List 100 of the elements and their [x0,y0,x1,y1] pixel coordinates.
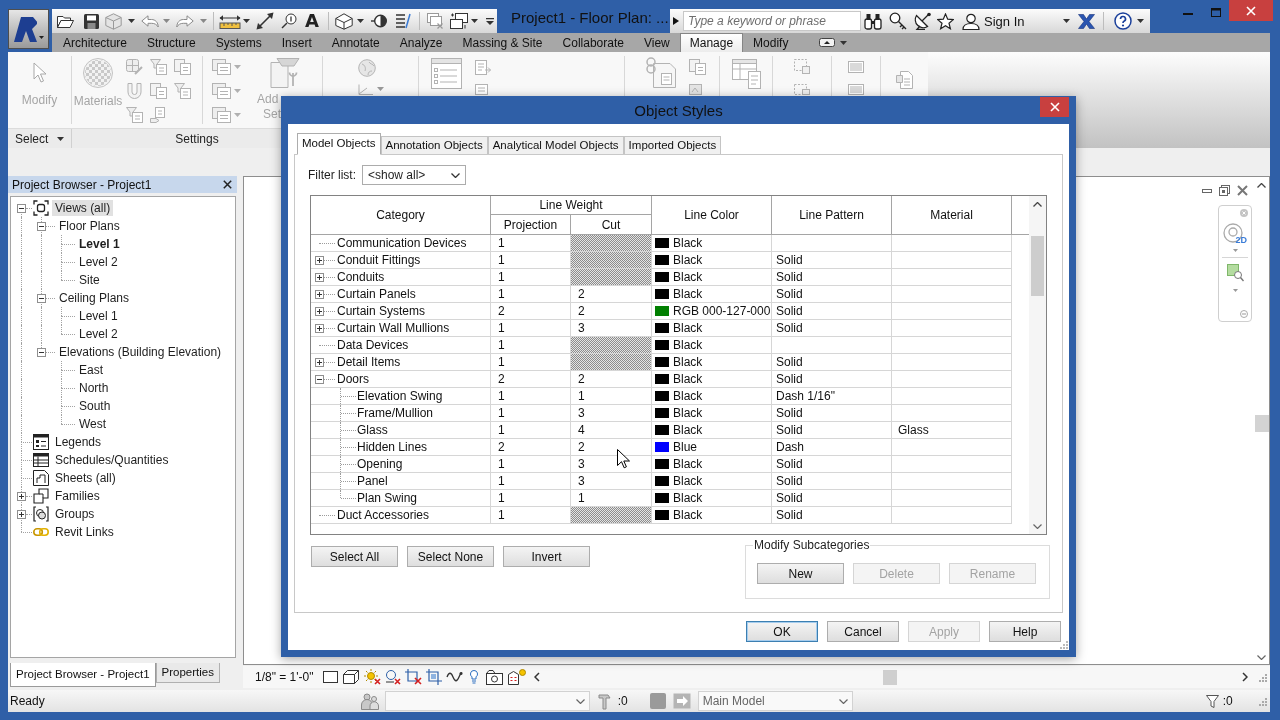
maximize-icon[interactable] [1211,8,1221,17]
ribbon-tab[interactable]: Collaborate [552,33,634,52]
close-button[interactable] [1040,97,1069,117]
scrollbar-thumb[interactable] [882,669,897,685]
diagonal-arrow-icon[interactable] [256,12,274,30]
ribbon-tab[interactable]: Architecture [53,33,138,52]
tree-item[interactable]: Revit Links [52,524,117,540]
dialog-button[interactable]: Invert [503,546,590,567]
restore-icon[interactable] [1219,185,1230,196]
text-tool-button[interactable]: A [304,11,320,31]
dialog-button[interactable]: Select All [311,546,398,567]
dialog-tab[interactable]: Analytical Model Objects [487,136,624,154]
dialog-tab[interactable]: Annotation Objects [380,136,488,154]
minus-box-icon[interactable] [37,347,46,357]
plus-box-icon[interactable] [315,289,324,299]
plus-box-icon[interactable] [315,255,324,265]
tree-item[interactable]: South [76,398,114,414]
tree-item[interactable]: Ceiling Plans [56,290,133,306]
sun-x-icon[interactable] [363,669,381,685]
tree-item[interactable]: Level 2 [76,254,121,270]
windows-x-icon[interactable] [427,13,443,29]
panel-tab[interactable]: Project Browser - Project1 [10,663,156,687]
tree-item[interactable]: East [76,362,106,378]
chevron-up-icon[interactable] [1257,183,1266,188]
scrollbar-thumb[interactable] [1254,415,1269,432]
plus-box-icon[interactable] [315,306,324,316]
circle-x-icon[interactable] [384,669,401,685]
house-icon[interactable] [335,12,353,30]
tree-item[interactable]: Groups [52,506,98,522]
chevron-up-icon[interactable] [1033,202,1042,207]
ribbon-tab[interactable]: Insert [271,33,322,52]
tree-item[interactable]: Level 2 [76,326,121,342]
star-icon[interactable] [937,12,954,30]
users-icon[interactable] [360,692,379,710]
zoom-icon[interactable] [1226,264,1244,282]
ribbon-tab[interactable]: Modify [743,33,799,52]
ruler-arrow-icon[interactable] [219,13,241,29]
ribbon-tab[interactable]: Manage [679,33,744,52]
binoculars-icon[interactable] [864,12,882,30]
minus-box-icon[interactable] [17,203,26,213]
tree-item[interactable]: Schedules/Quantities [52,452,172,468]
camera-frame-icon[interactable] [485,669,503,685]
chevron-down-icon[interactable] [1033,524,1042,529]
ribbon-tab[interactable]: Massing & Site [452,33,553,52]
tree-item[interactable]: Sheets (all) [52,470,119,486]
help-icon[interactable] [1114,12,1133,30]
magnifier-icon[interactable] [281,13,297,29]
ribbon-tab[interactable]: View [633,33,680,52]
close-button[interactable] [1229,0,1273,21]
plus-box-icon[interactable] [17,491,26,501]
minus-box-icon[interactable] [37,221,46,231]
dialog-tab[interactable]: Imported Objects [623,136,722,154]
dialog-button[interactable]: Select None [407,546,494,567]
view-scale-button[interactable]: 1/8" = 1'-0" [255,671,314,683]
tree-item[interactable]: Site [76,272,103,288]
key-icon[interactable] [889,12,907,30]
tree-item[interactable]: Level 1 [76,308,121,324]
triangle-right-icon[interactable] [673,17,679,25]
windows-arrows-icon[interactable] [450,13,468,29]
bulb-icon[interactable] [469,670,478,684]
undo-icon[interactable] [141,14,159,28]
dialog-button[interactable]: Cancel [827,621,899,642]
tile-brush-icon[interactable] [126,59,143,75]
panel-tab[interactable]: Properties [155,663,220,683]
cube-icon[interactable] [342,670,359,684]
chevron-left-icon[interactable] [533,672,540,682]
plus-box-icon[interactable] [315,357,324,367]
plus-box-icon[interactable] [17,509,26,519]
chevron-down-icon[interactable] [1257,655,1266,660]
tree-item[interactable]: North [76,380,112,396]
dialog-button[interactable]: Help [989,621,1061,642]
caret-bar-icon[interactable] [486,17,494,25]
search-field[interactable]: Type a keyword or phrase [683,11,861,31]
tree-item[interactable]: West [76,416,110,432]
lines-icon[interactable] [395,13,411,29]
sign-in-link[interactable]: Sign In [984,14,1025,28]
plus-box-icon[interactable] [315,272,324,282]
satellite-dish-icon[interactable] [914,12,932,30]
chevron-down-icon[interactable] [838,698,848,704]
caret-icon[interactable] [243,19,250,23]
navigation-wheel-button[interactable]: 2D [1223,221,1247,245]
caret-icon[interactable] [128,19,135,23]
tree-item[interactable]: Families [52,488,103,504]
dialog-button[interactable]: OK [746,621,818,642]
plus-box-icon[interactable] [315,323,324,333]
crop-icon[interactable] [425,669,442,685]
open-folder-icon[interactable] [57,14,74,28]
tree-item[interactable]: Elevations (Building Elevation) [56,344,225,360]
axes-icon[interactable] [356,84,384,95]
filter-dropdown[interactable]: <show all> [362,165,466,185]
ribbon-tab[interactable]: Structure [137,33,206,52]
dialog-tab[interactable]: Model Objects [297,133,381,155]
crop-x-icon[interactable] [404,669,422,685]
tree-item[interactable]: Floor Plans [56,218,123,234]
tree-item[interactable]: Views (all) [52,200,114,216]
dialog-button[interactable]: New [757,563,844,584]
caret-icon[interactable] [1137,19,1145,23]
minus-box-icon[interactable] [315,374,324,384]
minus-box-icon[interactable] [37,293,46,303]
scrollbar-thumb[interactable] [1031,236,1044,296]
